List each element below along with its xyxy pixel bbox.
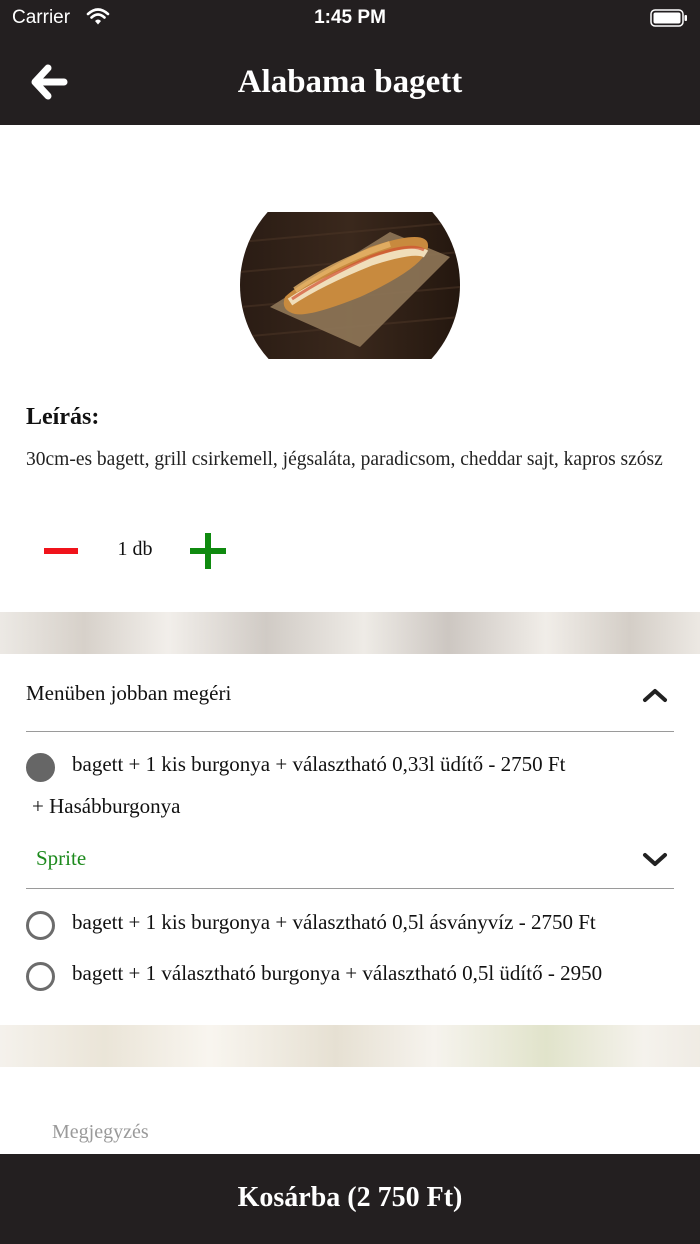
drink-selected-value: Sprite	[36, 846, 87, 870]
add-to-cart-button[interactable]: Kosárba (2 750 Ft)	[0, 1154, 700, 1244]
menu-section-title: Menüben jobban megéri	[26, 681, 232, 705]
menu-option-label: bagett + 1 kis burgonya + választható 0,…	[72, 752, 566, 776]
product-image	[240, 212, 460, 359]
menu-option-1[interactable]: bagett + 1 kis burgonya + választható 0,…	[26, 750, 686, 790]
description-text: 30cm-es bagett, grill csirkemell, jégsal…	[26, 449, 663, 470]
back-button[interactable]	[30, 64, 74, 104]
radio-unselected[interactable]	[26, 911, 55, 940]
chevron-up-icon	[643, 689, 667, 702]
menu-option-label: bagett + 1 kis burgonya + választható 0,…	[72, 910, 596, 934]
menu-option-3[interactable]: bagett + 1 választható burgonya + válasz…	[26, 959, 686, 999]
menu-section: Menüben jobban megéri bagett + 1 kis bur…	[0, 654, 700, 1025]
plus-button[interactable]	[190, 533, 226, 569]
nav-bar: Alabama bagett	[0, 36, 700, 125]
menu-option-2[interactable]: bagett + 1 kis burgonya + választható 0,…	[26, 908, 686, 948]
decorative-band-top	[0, 612, 700, 654]
quantity-value: 1 db	[117, 538, 153, 560]
radio-unselected[interactable]	[26, 962, 55, 991]
drink-select[interactable]: Sprite	[26, 836, 674, 889]
status-bar: Carrier 1:45 PM	[0, 0, 700, 36]
minus-button[interactable]	[44, 548, 78, 554]
decorative-band-bottom	[0, 1025, 700, 1067]
status-time: 1:45 PM	[314, 7, 386, 28]
page-title: Alabama bagett	[237, 64, 463, 100]
arrow-left-icon	[31, 64, 68, 100]
chevron-down-icon	[643, 853, 667, 866]
radio-selected[interactable]	[26, 753, 55, 782]
extra-item-label: + Hasábburgonya	[32, 794, 181, 818]
menu-option-label: bagett + 1 választható burgonya + válasz…	[72, 961, 603, 985]
add-to-cart-label: Kosárba (2 750 Ft)	[237, 1182, 463, 1213]
description-title: Leírás:	[26, 404, 100, 430]
battery-icon	[650, 9, 687, 27]
note-input[interactable]	[26, 1110, 674, 1154]
menu-section-header[interactable]: Menüben jobban megéri	[26, 654, 674, 732]
